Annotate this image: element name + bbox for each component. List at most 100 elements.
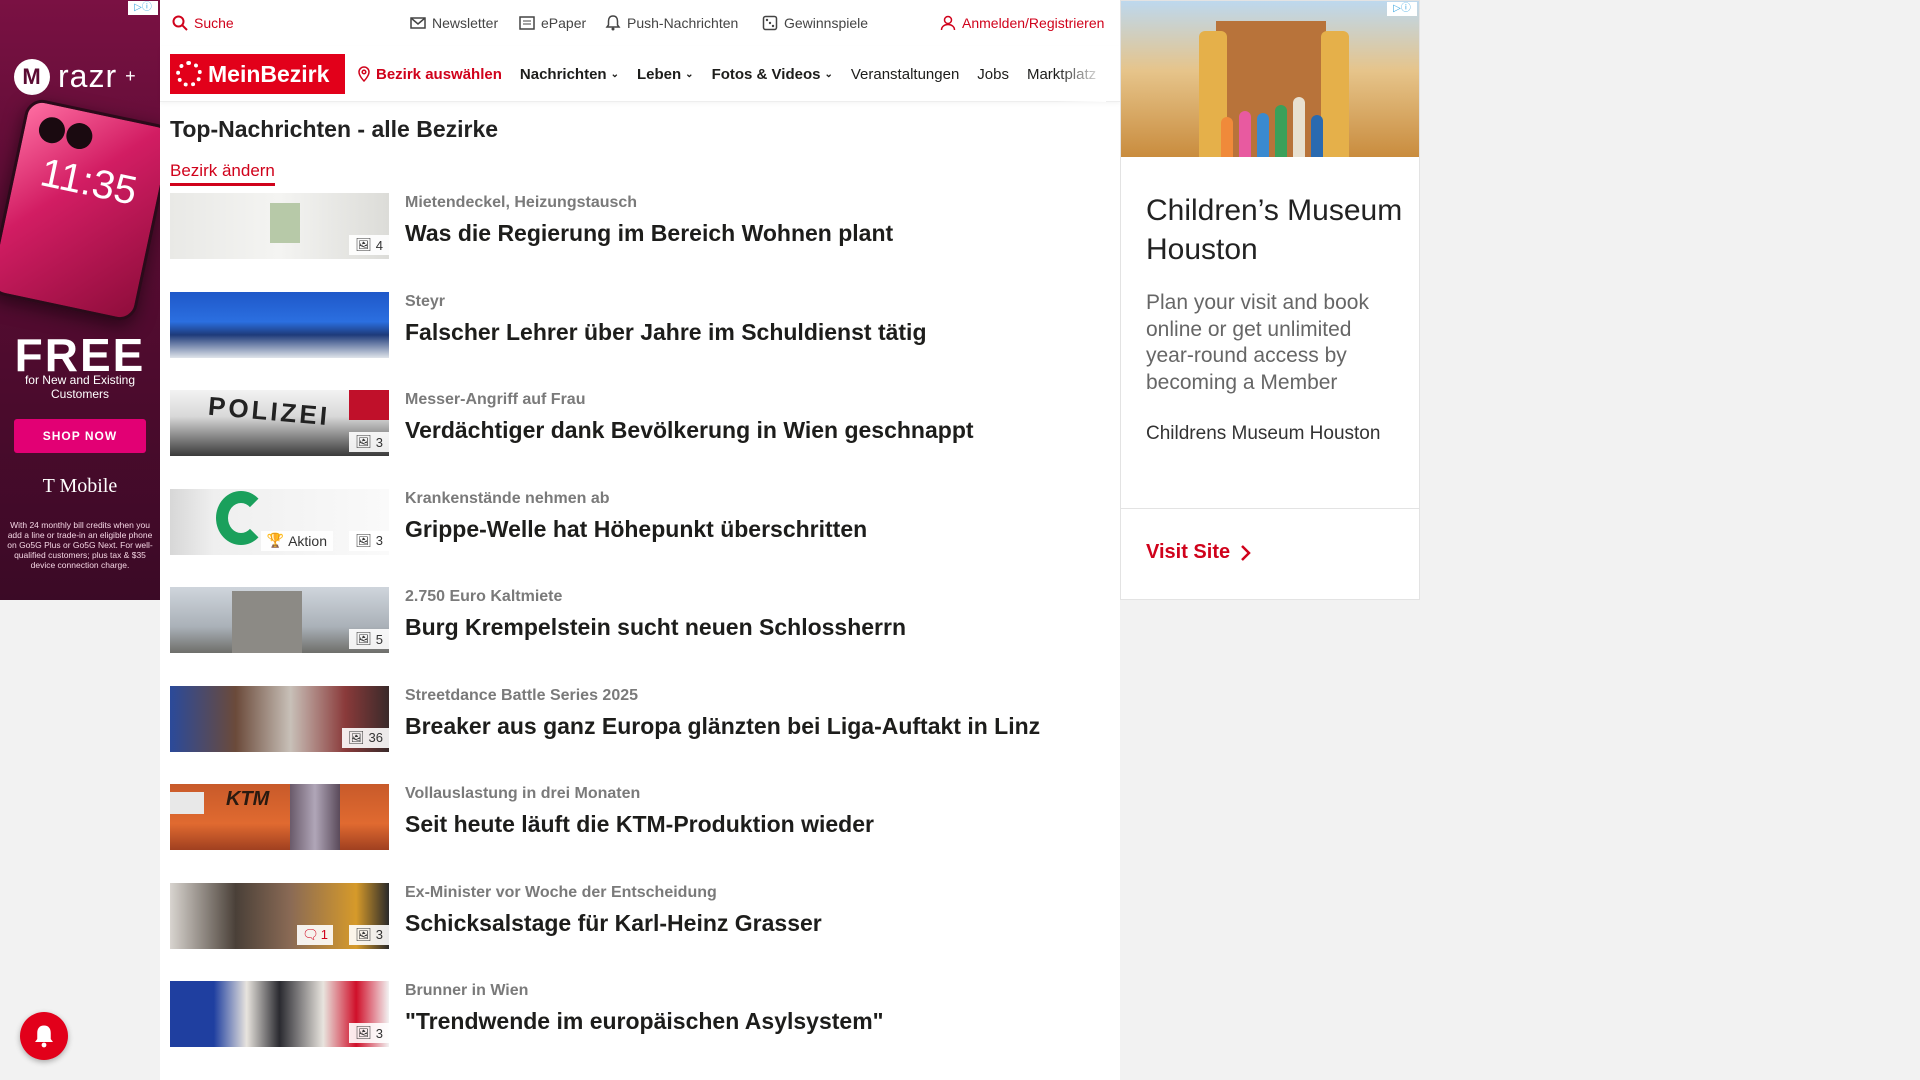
ad-brand: M razr + [14,58,137,95]
search-link[interactable]: Suche [172,15,234,31]
change-bezirk-link[interactable]: Bezirk ändern [170,161,275,186]
newsletter-label: Newsletter [432,15,499,31]
photo-count: 3 [375,434,383,450]
image-icon: 🖼 [355,1025,372,1040]
bezirk-select-button[interactable]: Bezirk auswählen [356,66,502,83]
page-title: Top-Nachrichten - alle Bezirke [170,116,499,142]
login-label: Anmelden/Registrieren [962,15,1105,31]
article-title[interactable]: "Trendwende im europäischen Asylsystem" [405,1008,884,1035]
photo-count: 36 [368,730,383,745]
shop-now-button[interactable]: SHOP NOW [14,419,146,453]
article-title[interactable]: Falscher Lehrer über Jahre im Schuldiens… [405,319,927,346]
article-thumbnail[interactable] [170,291,389,358]
newspaper-icon [519,16,535,30]
photo-count-badge: 🖼 3 [349,1023,389,1043]
push-notifications-link[interactable]: Push-Nachrichten [605,15,738,31]
nav-jobs[interactable]: Jobs [977,66,1009,83]
window-strip [170,792,204,814]
article-kicker: Krankenstände nehmen ab [405,489,610,507]
logo-sun-icon [176,61,202,87]
right-ad-card[interactable]: ▷ⓘ Children’s Museum Houston Plan your v… [1120,0,1420,600]
article-title[interactable]: Schicksalstage für Karl-Heinz Grasser [405,910,822,937]
ad-description: Plan your visit and book online or get u… [1146,291,1369,394]
article-item[interactable]: 🖼 5 2.750 Euro Kaltmiete Burg Krempelstei… [170,587,1110,686]
aktion-label: Aktion [288,532,327,549]
newsletter-link[interactable]: Newsletter [410,15,498,31]
article-item[interactable]: 🗨 1 🖼 3 Ex-Minister vor Woche der Entschei… [170,882,1110,982]
ktm-text: KTM [226,788,270,810]
nav-leben[interactable]: Leben ⌄ [637,66,694,83]
motorola-logo-icon: M [14,58,50,95]
article-item[interactable]: 🖼 36 Streetdance Battle Series 2025 Break… [170,685,1110,785]
visit-site-button[interactable]: Visit Site [1146,541,1252,564]
article-thumbnail[interactable]: 🖼 36 [170,685,389,752]
chevron-down-icon: ⌄ [685,68,694,80]
article-item[interactable]: 🖼 4 Mietendeckel, Heizungstausch Was die … [170,193,1110,292]
nav-fade-overlay [1056,46,1106,102]
envelope-icon [410,17,426,29]
nav-veranstaltungen[interactable]: Veranstaltungen [851,66,959,83]
image-icon: 🖼 [355,237,372,252]
article-thumbnail[interactable]: 🖼 4 [170,193,389,259]
ad-advertiser: Childrens Museum Houston [1146,423,1381,444]
gewinnspiele-label: Gewinnspiele [784,15,869,31]
article-title[interactable]: Verdächtiger dank Bevölkerung in Wien ge… [405,417,974,444]
article-title[interactable]: Breaker aus ganz Europa glänzten bei Lig… [405,713,1040,740]
user-icon [940,15,956,31]
trophy-icon: 🏆 [266,532,285,548]
ad-subline: for New and Existing Customers [24,373,136,401]
polizei-text: POLIZEI [206,390,332,432]
comment-count: 1 [320,927,328,942]
article-item[interactable]: POLIZEI 🖼 3 Messer-Angriff auf Frau Verdä… [170,390,1110,489]
epaper-label: ePaper [541,15,587,31]
article-thumbnail[interactable]: 🏆 Aktion 🖼 3 [170,488,389,555]
nav-nachrichten[interactable]: Nachrichten ⌄ [520,66,619,83]
article-item[interactable]: 🖼 3 Brunner in Wien "Trendwende im europä… [170,981,1110,1080]
article-list: 🖼 4 Mietendeckel, Heizungstausch Was die … [170,193,1110,1080]
ad-brand-name: razr [58,58,118,94]
dice-icon [762,15,778,31]
nav-veranstaltungen-label: Veranstaltungen [850,65,960,83]
left-ad-banner[interactable]: ▷ⓘ M razr + 11:35 FREE for New and Existi… [0,0,160,600]
adchoices-icon[interactable]: ▷ⓘ [1387,2,1417,16]
photo-count-badge: 🖼 5 [349,629,389,649]
article-thumbnail[interactable]: 🖼 3 [170,981,389,1047]
photo-count-badge: 🖼 3 [349,924,389,945]
article-title[interactable]: Seit heute läuft die KTM-Produktion wied… [405,811,874,838]
article-thumbnail[interactable]: 🖼 5 [170,587,389,653]
article-item[interactable]: 🏆 Aktion 🖼 3 Krankenstände nehmen ab Gripp… [170,488,1110,588]
visit-site-label: Visit Site [1146,541,1231,563]
chevron-right-icon [1241,544,1251,561]
gewinnspiele-link[interactable]: Gewinnspiele [762,15,868,31]
ad-headline[interactable]: Children’s Museum Houston [1146,191,1406,269]
article-title[interactable]: Was die Regierung im Bereich Wohnen plan… [405,220,893,247]
article-item[interactable]: Steyr Falscher Lehrer über Jahre im Schu… [170,291,1110,391]
article-title[interactable]: Burg Krempelstein sucht neuen Schlossher… [405,614,906,641]
article-item[interactable]: KTM Vollauslastung in drei Monaten Seit … [170,784,1110,883]
photo-count: 4 [375,237,383,253]
ad-brand-plus: + [125,66,137,86]
photo-count-badge: 🖼 3 [349,432,389,452]
article-thumbnail[interactable]: 🗨 1 🖼 3 [170,882,389,949]
main-column: Suche Newsletter ePaper Push-Nachrichten… [160,0,1120,1080]
top-utility-bar: Suche Newsletter ePaper Push-Nachrichten… [160,0,1120,46]
ad-fine-print: With 24 monthly bill credits when you ad… [7,520,153,570]
article-thumbnail[interactable]: POLIZEI 🖼 3 [170,390,389,456]
child-figure [1257,113,1269,157]
photo-count: 5 [375,631,383,647]
nav-leben-label: Leben [636,65,682,83]
image-icon: 🖼 [355,532,372,548]
article-title[interactable]: Grippe-Welle hat Höhepunkt überschritten [405,516,867,543]
article-kicker: Steyr [405,292,446,310]
nav-fotos-videos[interactable]: Fotos & Videos ⌄ [712,66,833,83]
photo-count: 3 [375,1025,383,1041]
child-figure [1275,105,1287,157]
nav-fotos-label: Fotos & Videos [711,65,821,83]
epaper-link[interactable]: ePaper [519,15,586,31]
login-link[interactable]: Anmelden/Registrieren [940,15,1104,31]
adchoices-icon[interactable]: ▷ⓘ [128,1,158,15]
phone-image [0,96,160,324]
article-thumbnail[interactable]: KTM [170,784,389,850]
meinbezirk-logo[interactable]: MeinBezirk [170,54,345,94]
notification-bell-button[interactable] [20,1012,68,1060]
